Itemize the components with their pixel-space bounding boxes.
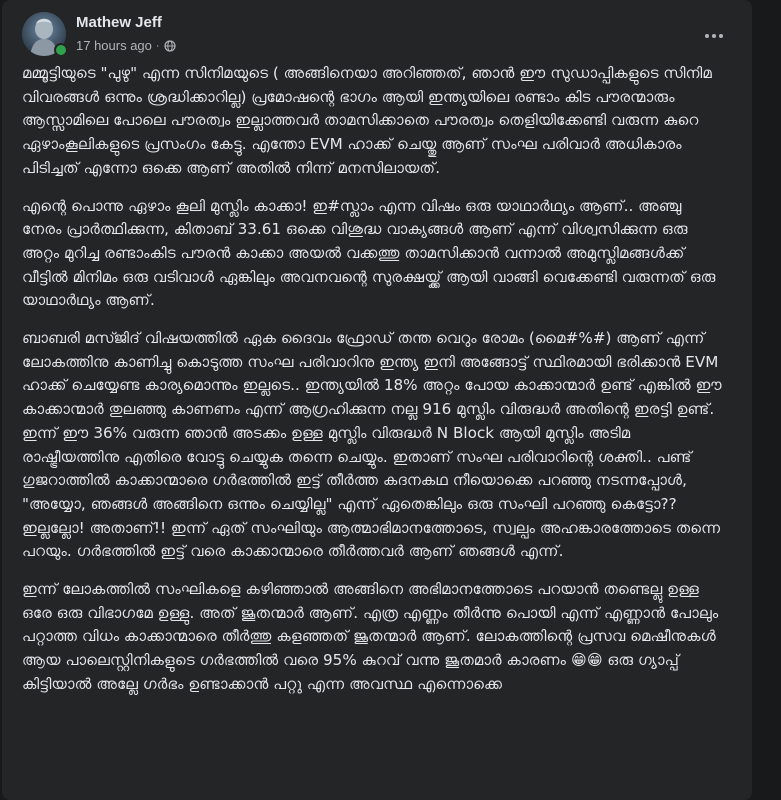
more-horizontal-icon — [705, 34, 723, 38]
post-meta: 17 hours ago · — [76, 38, 176, 53]
post-paragraph: എന്റെ പൊന്നു ഏഴാം കൂലി മുസ്ലിം കാക്കാ! ഇ… — [22, 196, 716, 310]
globe-icon[interactable] — [163, 39, 176, 52]
post-card: Mathew Jeff 17 hours ago · മമ്മൂട്ടിയുടെ… — [2, 0, 752, 800]
post-paragraph: മമ്മൂട്ടിയുടെ "പുഴു" എന്ന സിനിമയുടെ ( അങ… — [22, 64, 712, 177]
post-text: മമ്മൂട്ടിയുടെ "പുഴു" എന്ന സിനിമയുടെ ( അങ… — [22, 62, 722, 711]
post-paragraph: ഇന്ന് ലോകത്തിൽ സംഘികളെ കഴിഞ്ഞാൽ അങ്ങിനെ … — [22, 580, 719, 693]
post-paragraph: ബാബരി മസ്ജിദ് വിഷയത്തിൽ ഏക ദൈവം ഫ്രോഡ് ത… — [22, 329, 722, 561]
post-author-name[interactable]: Mathew Jeff — [76, 14, 162, 31]
meta-separator: · — [155, 39, 160, 52]
post-timestamp[interactable]: 17 hours ago — [76, 38, 152, 53]
online-status-dot — [54, 43, 68, 57]
more-options-button[interactable] — [696, 18, 732, 54]
